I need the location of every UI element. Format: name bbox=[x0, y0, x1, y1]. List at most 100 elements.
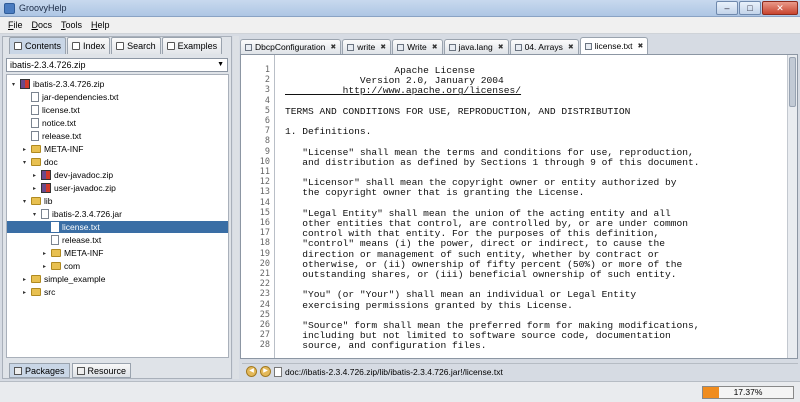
document-tabs: DbcpConfiguration ✖ write ✖ Write ✖ java.la… bbox=[240, 36, 800, 54]
text-line: outstanding shares, or (iii) beneficial … bbox=[285, 269, 677, 280]
navigator-panel: Contents Index Search Examples ibatis-2.… bbox=[2, 36, 232, 379]
tab-packages[interactable]: Packages bbox=[9, 363, 70, 378]
page-icon bbox=[584, 42, 592, 50]
file-icon bbox=[51, 235, 59, 245]
doc-tab-active[interactable]: license.txt ✖ bbox=[579, 37, 649, 54]
examples-icon bbox=[166, 42, 175, 50]
jar-icon bbox=[41, 209, 49, 219]
doc-tab[interactable]: Write ✖ bbox=[392, 39, 443, 54]
text-line[interactable]: http://www.apache.org/licenses/ bbox=[285, 85, 521, 96]
tree-node[interactable]: ▸ META-INF bbox=[41, 247, 104, 259]
tree-node[interactable]: ▸ src bbox=[21, 286, 55, 298]
doc-tab[interactable]: 04. Arrays ✖ bbox=[509, 39, 579, 54]
tree-node[interactable]: notice.txt bbox=[31, 117, 76, 129]
minimize-button[interactable]: – bbox=[716, 1, 738, 15]
address-bar: ◀ ▶ doc://ibatis-2.3.4.726.zip/lib/ibati… bbox=[242, 363, 798, 379]
close-tab-icon[interactable]: ✖ bbox=[330, 43, 336, 51]
tree-node[interactable]: ▸ simple_example bbox=[21, 273, 105, 285]
progress-bar: 17.37% bbox=[702, 386, 794, 399]
document-viewer[interactable]: 1 2 3 4 5 6 7 8 9 10 11 12 13 14 15 16 17 18 19 20 21 22 23 24 2… bbox=[240, 54, 798, 359]
text-line: source, and configuration files. bbox=[285, 340, 487, 352]
index-icon bbox=[72, 42, 81, 50]
title-bar: GroovyHelp – □ ✕ bbox=[0, 0, 800, 17]
archive-select[interactable]: ibatis-2.3.4.726.zip ▼ bbox=[6, 58, 228, 72]
close-tab-icon[interactable]: ✖ bbox=[432, 43, 438, 51]
forward-icon[interactable]: ▶ bbox=[260, 366, 271, 377]
maximize-button[interactable]: □ bbox=[739, 1, 761, 15]
tree-node[interactable]: ▾ ibatis-2.3.4.726.jar bbox=[31, 208, 122, 220]
close-tab-icon[interactable]: ✖ bbox=[498, 43, 504, 51]
resource-icon bbox=[76, 366, 85, 375]
folder-icon bbox=[31, 288, 41, 296]
tree-node[interactable]: jar-dependencies.txt bbox=[31, 91, 119, 103]
panel-splitter[interactable] bbox=[233, 36, 239, 379]
search-icon bbox=[116, 42, 125, 50]
contents-icon bbox=[14, 42, 22, 50]
vertical-scrollbar[interactable] bbox=[787, 55, 797, 358]
file-icon bbox=[31, 92, 39, 102]
tree-node-selected[interactable]: license.txt bbox=[7, 221, 228, 233]
text-line: and distribution as defined by Sections … bbox=[285, 156, 700, 168]
line-number-gutter: 1 2 3 4 5 6 7 8 9 10 11 12 13 14 15 16 17 18 19 20 21 22 23 24 2… bbox=[241, 55, 275, 358]
folder-icon bbox=[51, 262, 61, 270]
text-line: the copyright owner that is granting the… bbox=[285, 187, 585, 199]
menu-help[interactable]: Help bbox=[91, 20, 110, 30]
tree-node[interactable]: ▸ dev-javadoc.zip bbox=[31, 169, 113, 181]
file-icon bbox=[51, 222, 59, 232]
page-icon bbox=[397, 43, 405, 51]
tree-node[interactable]: ▸ META-INF bbox=[21, 143, 84, 155]
progress-label: 17.37% bbox=[733, 387, 763, 397]
menu-docs[interactable]: Docs bbox=[32, 20, 53, 30]
close-tab-icon[interactable]: ✖ bbox=[568, 43, 574, 51]
tab-examples[interactable]: Examples bbox=[161, 37, 223, 54]
zip-icon bbox=[20, 79, 30, 89]
file-icon bbox=[31, 105, 39, 115]
menu-file[interactable]: File bbox=[8, 20, 23, 30]
doc-tab[interactable]: java.lang ✖ bbox=[443, 39, 509, 54]
menu-bar: File Docs Tools Help bbox=[0, 17, 800, 34]
folder-icon bbox=[31, 158, 41, 166]
line-number: 28 bbox=[259, 340, 270, 351]
menu-tools[interactable]: Tools bbox=[61, 20, 82, 30]
tree-node[interactable]: release.txt bbox=[31, 130, 81, 142]
page-icon bbox=[274, 366, 282, 377]
packages-icon bbox=[14, 366, 22, 375]
tree-node[interactable]: license.txt bbox=[31, 104, 80, 116]
tree-node[interactable]: ▸ user-javadoc.zip bbox=[31, 182, 116, 194]
zip-icon bbox=[41, 183, 51, 193]
tab-index[interactable]: Index bbox=[67, 37, 111, 54]
page-icon bbox=[448, 43, 456, 51]
file-icon bbox=[31, 131, 39, 141]
text-line: TERMS AND CONDITIONS FOR USE, REPRODUCTI… bbox=[285, 105, 631, 117]
folder-icon bbox=[51, 249, 61, 257]
back-icon[interactable]: ◀ bbox=[246, 366, 257, 377]
scrollbar-thumb[interactable] bbox=[789, 57, 796, 107]
page-icon bbox=[514, 43, 522, 51]
tree-node[interactable]: ▾ lib bbox=[21, 195, 53, 207]
tree-node[interactable]: ▸ com bbox=[41, 260, 80, 272]
tree-node[interactable]: ▾ doc bbox=[21, 156, 58, 168]
zip-icon bbox=[41, 170, 51, 180]
document-path: doc://ibatis-2.3.4.726.zip/lib/ibatis-2.… bbox=[285, 366, 503, 377]
text-line: exercising permissions granted by this L… bbox=[285, 299, 573, 311]
app-icon bbox=[4, 2, 15, 14]
file-tree: ▾ ibatis-2.3.4.726.zip jar-dependencies.t… bbox=[6, 74, 229, 358]
doc-tab[interactable]: DbcpConfiguration ✖ bbox=[240, 39, 342, 54]
folder-icon bbox=[31, 275, 41, 283]
close-button[interactable]: ✕ bbox=[762, 1, 798, 15]
text-line: 1. Definitions. bbox=[285, 126, 372, 138]
status-bar: 17.37% bbox=[0, 381, 800, 402]
tree-node[interactable]: release.txt bbox=[51, 234, 101, 246]
window-title: GroovyHelp bbox=[19, 3, 67, 13]
tree-node[interactable]: ▾ ibatis-2.3.4.726.zip bbox=[10, 78, 104, 90]
tab-resource[interactable]: Resource bbox=[71, 363, 132, 378]
page-icon bbox=[347, 43, 355, 51]
tab-contents[interactable]: Contents bbox=[9, 37, 67, 54]
tab-search[interactable]: Search bbox=[111, 37, 161, 54]
doc-tab[interactable]: write ✖ bbox=[342, 39, 392, 54]
file-icon bbox=[31, 118, 39, 128]
close-tab-icon[interactable]: ✖ bbox=[380, 43, 386, 51]
folder-icon bbox=[31, 197, 41, 205]
folder-icon bbox=[31, 145, 41, 153]
close-tab-icon[interactable]: ✖ bbox=[638, 42, 644, 50]
